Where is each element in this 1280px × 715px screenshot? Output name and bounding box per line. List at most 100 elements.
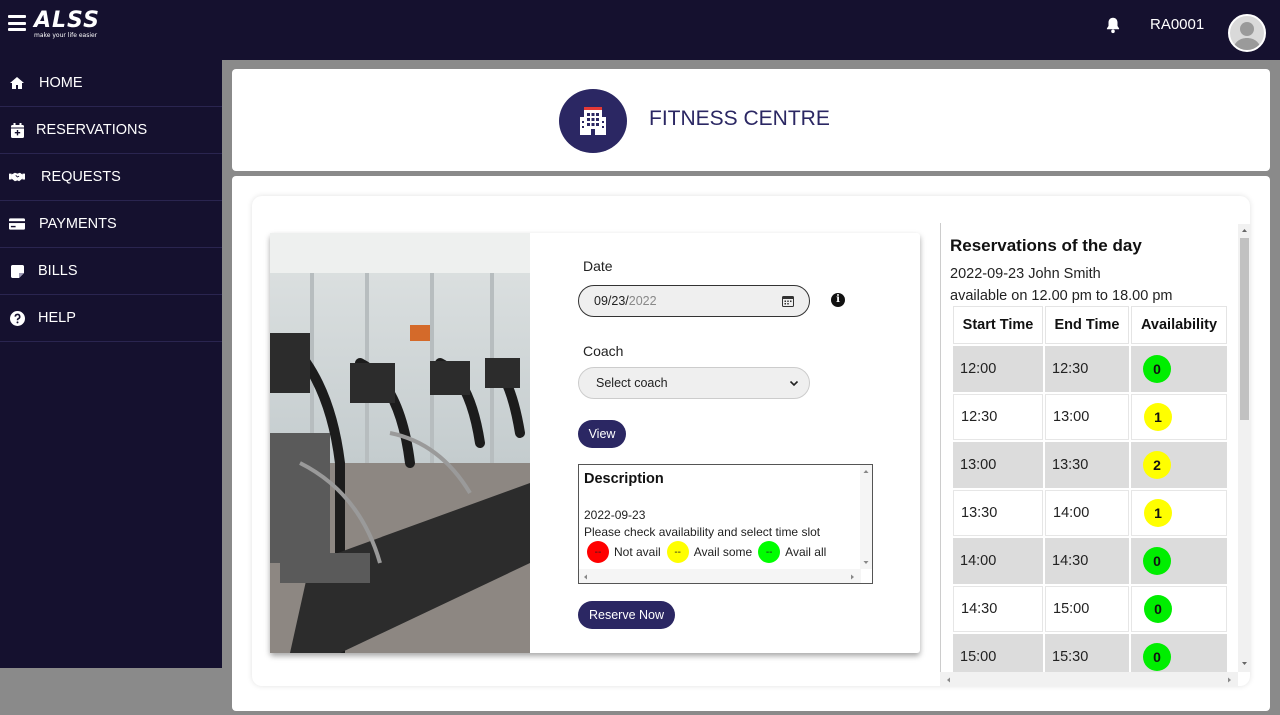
reservations-table: Start Time End Time Availability 12:00 1… — [951, 304, 1229, 682]
top-bar: ALSS make your life easier RA0001 — [0, 0, 1280, 60]
page-title: FITNESS CENTRE — [649, 107, 830, 130]
description-message: Please check availability and select tim… — [584, 525, 821, 539]
sidebar-item-label: HOME — [39, 75, 83, 91]
legend-dot-green: -- — [758, 541, 781, 563]
end-time-cell: 13:00 — [1045, 394, 1129, 440]
availability-cell: 1 — [1131, 490, 1227, 536]
sidebar: HOME RESERVATIONS REQUESTS PAYMENTS BILL… — [0, 60, 222, 668]
end-time-cell: 12:30 — [1045, 346, 1129, 392]
date-input[interactable]: 09/23/2022 — [578, 285, 810, 317]
sidebar-item-help[interactable]: HELP — [0, 295, 222, 342]
building-icon — [559, 89, 627, 153]
coach-select[interactable]: Select coach — [578, 367, 810, 399]
sidebar-item-home[interactable]: HOME — [0, 60, 222, 107]
user-id[interactable]: RA0001 — [1150, 16, 1204, 33]
coach-select-value: Select coach — [596, 376, 668, 390]
sidebar-item-label: PAYMENTS — [39, 216, 117, 232]
reservations-of-day: Reservations of the day 2022-09-23 John … — [940, 223, 1250, 686]
table-row[interactable]: 14:30 15:00 0 — [953, 586, 1227, 632]
date-day: 23 — [611, 294, 626, 308]
description-box[interactable]: Description 2022-09-23 Please check avai… — [578, 464, 873, 584]
date-month: 09 — [594, 294, 608, 308]
reservation-form-card: Date 09/23/2022 i Coach Select coach Vie… — [270, 233, 920, 653]
scrollbar-thumb[interactable] — [1240, 238, 1249, 420]
gym-photo — [270, 233, 530, 653]
calendar-icon[interactable] — [782, 295, 794, 307]
legend-avail-some: -- Avail some — [666, 541, 753, 563]
bell-icon[interactable] — [1104, 16, 1122, 34]
main-content: Date 09/23/2022 i Coach Select coach Vie… — [232, 176, 1270, 711]
chevron-down-icon — [789, 380, 799, 387]
reservations-subtitle: 2022-09-23 John Smith available on 12.00… — [950, 263, 1172, 307]
description-vertical-scrollbar[interactable] — [860, 465, 872, 569]
reservations-vertical-scrollbar[interactable] — [1238, 224, 1251, 672]
sidebar-item-reservations[interactable]: RESERVATIONS — [0, 107, 222, 154]
sidebar-item-payments[interactable]: PAYMENTS — [0, 201, 222, 248]
start-time-cell: 14:30 — [953, 586, 1043, 632]
availability-badge: 0 — [1143, 355, 1171, 383]
availability-badge: 1 — [1144, 403, 1172, 431]
reservations-title: Reservations of the day — [950, 236, 1142, 255]
reserve-now-button[interactable]: Reserve Now — [578, 601, 675, 629]
description-title: Description — [584, 471, 664, 487]
logo-text: ALSS — [34, 8, 100, 33]
menu-icon[interactable] — [8, 15, 26, 31]
table-row[interactable]: 13:00 13:30 2 — [953, 442, 1227, 488]
sidebar-item-label: BILLS — [38, 263, 78, 279]
availability-cell: 0 — [1131, 586, 1227, 632]
date-label: Date — [583, 258, 613, 274]
availability-legend: -- Not avail -- Avail some -- Avail all — [587, 541, 832, 563]
sidebar-item-requests[interactable]: REQUESTS — [0, 154, 222, 201]
sidebar-item-label: RESERVATIONS — [36, 122, 148, 138]
start-time-cell: 12:30 — [953, 394, 1043, 440]
availability-badge: 2 — [1143, 451, 1171, 479]
legend-dot-yellow: -- — [666, 541, 689, 563]
legend-avail-all: -- Avail all — [758, 541, 826, 563]
logo[interactable]: ALSS make your life easier — [34, 10, 100, 40]
legend-label: Avail some — [693, 545, 753, 559]
table-row[interactable]: 13:30 14:00 1 — [953, 490, 1227, 536]
description-horizontal-scrollbar[interactable] — [579, 569, 861, 583]
availability-cell: 1 — [1131, 394, 1227, 440]
table-row[interactable]: 12:00 12:30 0 — [953, 346, 1227, 392]
legend-label: Not avail — [614, 545, 661, 559]
info-icon[interactable]: i — [831, 293, 845, 307]
end-time-cell: 15:00 — [1045, 586, 1129, 632]
user-silhouette-icon — [1233, 22, 1261, 50]
calendar-plus-icon — [9, 122, 25, 138]
logo-tagline: make your life easier — [34, 32, 98, 39]
table-row[interactable]: 14:00 14:30 0 — [953, 538, 1227, 584]
reservation-panel: Date 09/23/2022 i Coach Select coach Vie… — [252, 196, 1250, 686]
reservations-horizontal-scrollbar[interactable] — [940, 672, 1238, 686]
end-time-cell: 14:00 — [1045, 490, 1129, 536]
end-time-cell: 13:30 — [1045, 442, 1129, 488]
page-header: FITNESS CENTRE — [232, 69, 1270, 171]
date-year: 2022 — [628, 294, 657, 308]
availability-badge: 0 — [1143, 547, 1171, 575]
availability-badge: 0 — [1144, 595, 1172, 623]
start-time-cell: 12:00 — [953, 346, 1043, 392]
reservations-date-coach: 2022-09-23 John Smith — [950, 266, 1101, 282]
home-icon — [9, 75, 25, 91]
question-circle-icon — [9, 310, 25, 326]
legend-dot-red: -- — [587, 541, 609, 563]
availability-cell: 0 — [1131, 346, 1227, 392]
start-time-cell: 13:30 — [953, 490, 1043, 536]
end-time-cell: 14:30 — [1045, 538, 1129, 584]
avatar[interactable] — [1228, 14, 1266, 52]
start-time-cell: 14:00 — [953, 538, 1043, 584]
legend-label: Avail all — [785, 545, 827, 559]
table-row[interactable]: 12:30 13:00 1 — [953, 394, 1227, 440]
availability-cell: 2 — [1131, 442, 1227, 488]
column-header-start-time: Start Time — [953, 306, 1043, 344]
sticky-note-icon — [9, 263, 25, 279]
sidebar-item-bills[interactable]: BILLS — [0, 248, 222, 295]
availability-badge: 1 — [1144, 499, 1172, 527]
handshake-icon — [9, 169, 25, 185]
column-header-availability: Availability — [1131, 306, 1227, 344]
table-header-row: Start Time End Time Availability — [953, 306, 1227, 344]
description-date: 2022-09-23 — [584, 508, 646, 522]
view-button[interactable]: View — [578, 420, 626, 448]
availability-cell: 0 — [1131, 538, 1227, 584]
legend-not-avail: -- Not avail — [587, 541, 661, 563]
